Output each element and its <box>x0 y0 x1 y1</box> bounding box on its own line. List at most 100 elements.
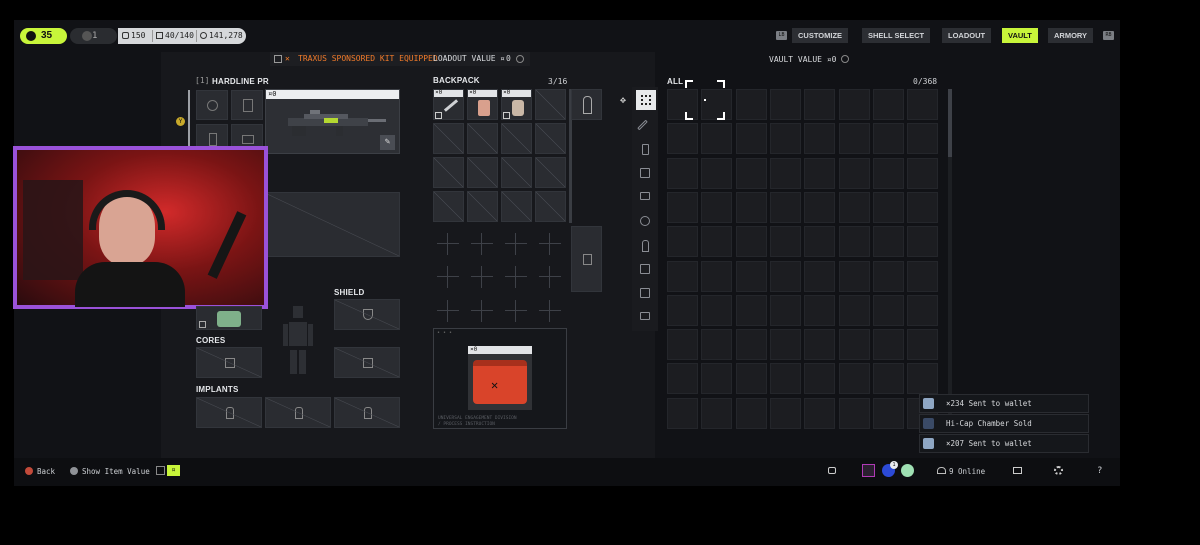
vault-slot[interactable] <box>907 123 939 155</box>
vault-slot[interactable] <box>769 329 801 361</box>
vault-slot[interactable] <box>701 226 733 258</box>
online-count[interactable]: 9 Online <box>949 467 985 476</box>
vault-slot[interactable] <box>735 294 767 326</box>
vault-slot[interactable] <box>769 89 801 120</box>
vault-slot[interactable] <box>804 294 836 326</box>
nav-customize[interactable]: CUSTOMIZE <box>792 28 849 43</box>
friend-avatar-1[interactable] <box>862 464 875 477</box>
filter-ammo-icon[interactable] <box>642 144 649 155</box>
core-slot-1[interactable] <box>196 347 262 378</box>
friend-avatar-3[interactable] <box>901 464 914 477</box>
vault-slot[interactable] <box>701 294 733 326</box>
vault-slot[interactable] <box>701 329 733 361</box>
vault-slot[interactable] <box>907 157 939 189</box>
vault-slot[interactable] <box>735 397 767 429</box>
vault-slot[interactable] <box>667 397 698 429</box>
implant-slot-1[interactable] <box>196 397 262 428</box>
vault-slot[interactable] <box>804 191 836 223</box>
implant-slot-2[interactable] <box>265 397 331 428</box>
backpack-slot[interactable] <box>467 157 498 188</box>
vault-slot[interactable] <box>872 89 904 120</box>
vault-slot[interactable] <box>907 191 939 223</box>
vault-slot[interactable] <box>667 157 698 189</box>
filter-backpacks-icon[interactable] <box>640 264 650 274</box>
vault-slot[interactable] <box>735 226 767 258</box>
vault-slot[interactable] <box>735 191 767 223</box>
help-icon[interactable]: ? <box>1097 466 1102 476</box>
filter-inbox-icon[interactable] <box>640 168 650 178</box>
settings-icon[interactable] <box>1054 466 1063 475</box>
mail-icon[interactable] <box>1013 467 1022 474</box>
edit-icon[interactable]: ✎ <box>380 135 395 150</box>
info-icon[interactable] <box>516 55 524 63</box>
vault-slot[interactable] <box>667 226 698 258</box>
vault-slot[interactable] <box>701 123 733 155</box>
vault-slot[interactable] <box>804 123 836 155</box>
vault-slot[interactable] <box>667 191 698 223</box>
consumable-slot[interactable] <box>196 306 262 330</box>
back-button[interactable]: Back <box>37 467 55 476</box>
filter-consumables-icon[interactable] <box>640 288 650 298</box>
vault-slot[interactable] <box>838 157 870 189</box>
vault-slot[interactable] <box>667 363 698 395</box>
vault-slot[interactable] <box>872 294 904 326</box>
vault-slot[interactable] <box>804 157 836 189</box>
vault-slot[interactable] <box>701 397 733 429</box>
vault-slot[interactable] <box>804 329 836 361</box>
backpack-slot[interactable] <box>501 123 532 154</box>
vault-slot[interactable] <box>838 89 870 120</box>
vault-slot[interactable] <box>804 397 836 429</box>
vault-slot[interactable] <box>667 329 698 361</box>
vault-slot[interactable] <box>838 363 870 395</box>
filter-all[interactable] <box>636 90 656 110</box>
vault-slot[interactable] <box>701 260 733 292</box>
vault-slot[interactable] <box>804 363 836 395</box>
filter-mods-icon[interactable] <box>640 192 650 200</box>
backpack-slot[interactable] <box>467 191 498 222</box>
vault-slot[interactable] <box>872 123 904 155</box>
vault-slot[interactable] <box>838 260 870 292</box>
vault-slot[interactable] <box>872 397 904 429</box>
vault-slot[interactable] <box>804 89 836 120</box>
backpack-slot[interactable] <box>433 123 464 154</box>
vault-slot[interactable] <box>769 191 801 223</box>
vault-slot[interactable] <box>872 226 904 258</box>
vault-slot[interactable] <box>769 363 801 395</box>
nav-shell-select[interactable]: SHELL SELECT <box>862 28 931 43</box>
vault-slot[interactable] <box>872 329 904 361</box>
vault-slot[interactable] <box>838 123 870 155</box>
vault-slot[interactable] <box>735 329 767 361</box>
vault-slot[interactable] <box>701 191 733 223</box>
nav-vault[interactable]: VAULT <box>1002 28 1038 43</box>
vault-slot[interactable] <box>735 157 767 189</box>
vault-slot[interactable] <box>701 157 733 189</box>
nav-armory[interactable]: ARMORY <box>1048 28 1094 43</box>
filter-keys-icon[interactable] <box>640 312 650 320</box>
item-value-toggle[interactable]: ¤ <box>167 465 180 476</box>
backpack-item-3[interactable]: ¤0 <box>501 89 532 120</box>
vault-slot[interactable] <box>907 226 939 258</box>
vault-slot[interactable] <box>838 294 870 326</box>
vault-slot[interactable] <box>872 157 904 189</box>
character-slot[interactable] <box>571 89 602 120</box>
show-item-value-button[interactable]: Show Item Value <box>82 467 150 476</box>
weapon-card[interactable]: ¤0 ✎ <box>265 89 400 154</box>
vault-slot[interactable] <box>769 123 801 155</box>
vault-slot[interactable] <box>907 294 939 326</box>
backpack-item-2[interactable]: ¤0 <box>467 89 498 120</box>
level-badge[interactable]: 35 <box>20 28 67 44</box>
vault-slot[interactable] <box>907 363 939 395</box>
vault-slot[interactable] <box>838 191 870 223</box>
backpack-slot[interactable] <box>535 157 566 188</box>
weapon-mod-magazine[interactable] <box>231 90 263 120</box>
filter-implants-icon[interactable] <box>642 240 649 252</box>
backpack-slot[interactable] <box>535 191 566 222</box>
backpack-item-1[interactable]: ¤0 <box>433 89 464 120</box>
weapon-mod-optic[interactable] <box>196 90 228 120</box>
vault-slot[interactable] <box>804 260 836 292</box>
vault-slot[interactable] <box>872 363 904 395</box>
backpack-slot[interactable] <box>433 191 464 222</box>
vault-slot[interactable] <box>838 329 870 361</box>
chat-icon[interactable] <box>828 467 836 474</box>
vault-scrollbar[interactable] <box>948 89 952 157</box>
